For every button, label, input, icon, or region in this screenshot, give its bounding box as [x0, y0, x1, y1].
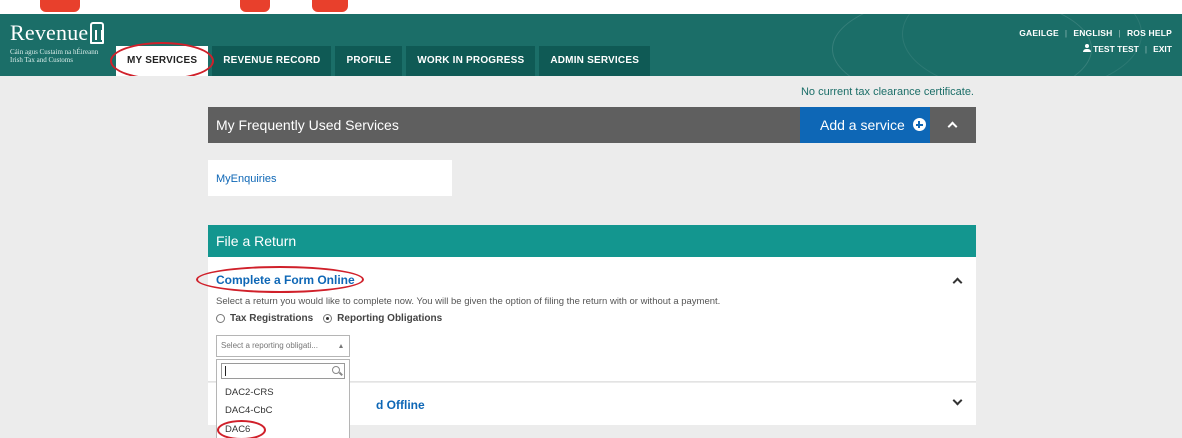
tab-revenue-record[interactable]: REVENUE RECORD	[212, 46, 332, 76]
frequent-services-title: My Frequently Used Services	[216, 117, 399, 133]
reporting-obligations-radio[interactable]	[323, 314, 333, 323]
collapse-frequent-services-button[interactable]	[930, 107, 976, 143]
dropdown-option-dac2-crs[interactable]: DAC2-CRS	[225, 387, 274, 398]
search-icon	[332, 366, 340, 374]
tax-registrations-radio[interactable]	[216, 314, 225, 323]
logo-subtitle: Cáin agus Custaim na hÉireann Irish Tax …	[10, 48, 99, 64]
site-header: Revenue Cáin agus Custaim na hÉireann Ir…	[0, 14, 1182, 76]
dropdown-option-dac4-cbc[interactable]: DAC4-CbC	[225, 405, 273, 416]
add-service-button[interactable]: Add a service	[800, 107, 930, 143]
tab-work-in-progress[interactable]: WORK IN PROGRESS	[406, 46, 536, 76]
user-icon	[1083, 44, 1092, 52]
gaeilge-link[interactable]: GAEILGE	[1019, 28, 1059, 38]
english-link[interactable]: ENGLISH	[1073, 28, 1112, 38]
reporting-obligation-select[interactable]: Select a reporting obligati...	[216, 335, 350, 357]
tax-clearance-notice[interactable]: No current tax clearance certificate.	[801, 86, 974, 98]
harp-icon	[90, 22, 104, 44]
exit-link[interactable]: EXIT	[1153, 44, 1172, 54]
chevron-down-icon	[952, 395, 963, 406]
logo-wordmark: Revenue	[10, 20, 89, 45]
chevron-up-icon	[952, 277, 963, 288]
language-links: GAEILGE | ENGLISH | ROS HELP	[1019, 28, 1172, 38]
caret-up-icon	[339, 344, 343, 348]
annotation-arrow-fragment	[40, 0, 80, 12]
complete-offline-link[interactable]: d Offline	[376, 398, 425, 412]
tab-my-services[interactable]: MY SERVICES	[109, 42, 215, 76]
plus-circle-icon	[912, 118, 926, 131]
reporting-obligations-label[interactable]: Reporting Obligations	[337, 313, 442, 324]
tax-registrations-label[interactable]: Tax Registrations	[230, 313, 313, 324]
service-card-myenquiries[interactable]: MyEnquiries	[208, 160, 452, 196]
user-menu[interactable]: TEST TEST	[1083, 44, 1139, 54]
tab-admin-services[interactable]: ADMIN SERVICES	[539, 46, 651, 76]
dropdown-option-dac6[interactable]: DAC6	[217, 420, 266, 438]
file-return-header: File a Return	[208, 225, 976, 257]
reporting-obligation-dropdown-menu: DAC2-CRS DAC4-CbC DAC6	[216, 359, 350, 438]
complete-form-online-link[interactable]: Complete a Form Online	[216, 273, 355, 287]
main-nav: MY SERVICES REVENUE RECORD PROFILE WORK …	[109, 42, 651, 76]
user-links: TEST TEST | EXIT	[1083, 44, 1172, 54]
file-return-title: File a Return	[216, 233, 297, 249]
complete-form-description: Select a return you would like to comple…	[216, 296, 721, 307]
tab-profile[interactable]: PROFILE	[335, 46, 403, 76]
chevron-up-icon	[947, 121, 958, 132]
top-annotation-strip	[0, 0, 1182, 14]
service-link[interactable]: MyEnquiries	[216, 173, 277, 185]
user-name: TEST TEST	[1093, 44, 1139, 54]
ros-help-link[interactable]: ROS HELP	[1127, 28, 1172, 38]
annotation-arrow-fragment	[240, 0, 270, 12]
annotation-circle	[217, 420, 266, 438]
dropdown-search-input[interactable]	[221, 363, 345, 379]
frequent-services-header: My Frequently Used Services Add a servic…	[208, 107, 976, 143]
annotation-arrow-fragment	[312, 0, 348, 12]
return-type-radio-group: Tax Registrations Reporting Obligations	[216, 313, 452, 324]
revenue-logo[interactable]: Revenue Cáin agus Custaim na hÉireann Ir…	[10, 20, 104, 64]
